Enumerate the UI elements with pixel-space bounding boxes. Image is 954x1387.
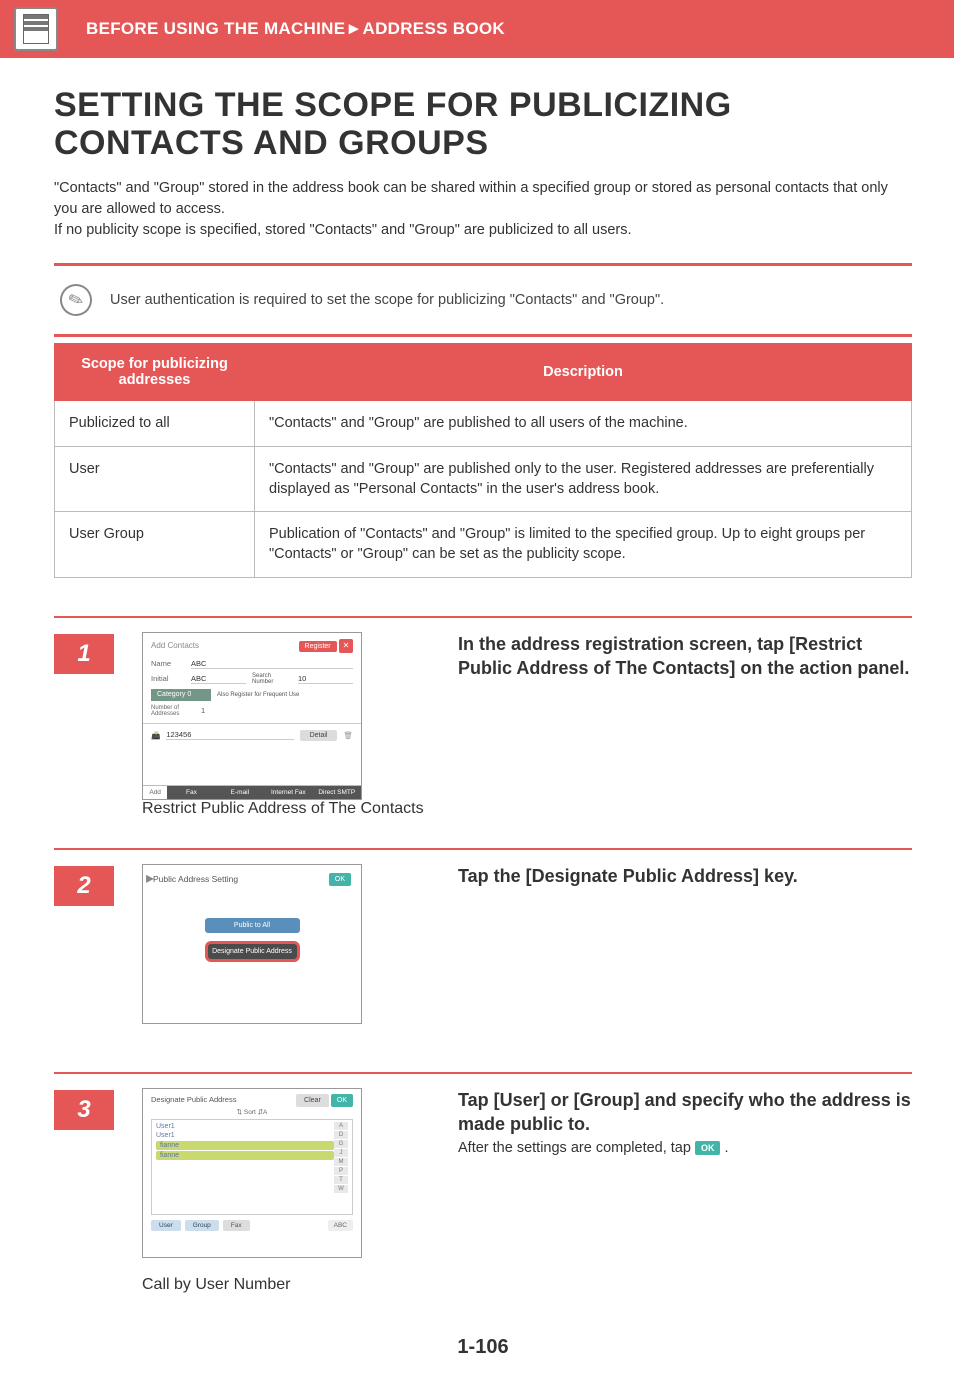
fax-number-field[interactable]: 123456 <box>166 730 293 740</box>
register-button[interactable]: Register <box>299 641 337 652</box>
designate-public-address-button[interactable]: Designate Public Address <box>205 941 300 962</box>
step-3: 3 Designate Public Address Clear OK ⇅ So… <box>54 1072 912 1324</box>
page-title: SETTING THE SCOPE FOR PUBLICIZING CONTAC… <box>54 86 912 162</box>
detail-button[interactable]: Detail <box>300 730 338 741</box>
expand-icon[interactable]: ▸ <box>146 868 154 888</box>
initial-label: Initial <box>151 674 185 683</box>
cell-desc: "Contacts" and "Group" are published onl… <box>255 446 912 512</box>
step3-screenshot: Designate Public Address Clear OK ⇅ Sort… <box>142 1088 424 1294</box>
tab-email[interactable]: E-mail <box>216 785 264 799</box>
initial-field[interactable]: ABC <box>191 674 246 684</box>
step2-heading: Tap the [Designate Public Address] key. <box>458 864 912 888</box>
table-row: Publicized to all "Contacts" and "Group"… <box>55 401 912 446</box>
search-number-label: Search Number <box>252 673 292 685</box>
num-addresses-value: 1 <box>201 706 205 715</box>
sort-label[interactable]: Sort <box>244 1109 256 1116</box>
step2-screenshot: Public Address Setting OK Public to All … <box>142 864 424 1042</box>
search-number-field[interactable]: 10 <box>298 674 353 684</box>
tab-internet-fax[interactable]: Internet Fax <box>264 785 312 799</box>
th-scope: Scope for publicizing addresses <box>55 344 255 401</box>
fax-dropdown[interactable]: Fax <box>223 1220 250 1231</box>
tab-direct-smtp[interactable]: Direct SMTP <box>313 785 361 799</box>
screen-title: Add Contacts <box>151 641 199 650</box>
category-select[interactable]: Category 0 <box>151 689 211 701</box>
ok-inline-icon: OK <box>695 1141 721 1155</box>
screen-title: Designate Public Address <box>151 1095 236 1104</box>
group-tab[interactable]: Group <box>185 1220 219 1231</box>
step-1: 1 Add Contacts Register ✕ Name ABC Initia… <box>54 616 912 848</box>
step-number: 3 <box>54 1090 114 1130</box>
ok-button[interactable]: OK <box>331 1094 353 1107</box>
name-field[interactable]: ABC <box>191 659 353 669</box>
tab-fax[interactable]: Fax <box>167 785 215 799</box>
table-row: User "Contacts" and "Group" are publishe… <box>55 446 912 512</box>
abc-button[interactable]: ABC <box>328 1220 353 1231</box>
step1-screenshot: Add Contacts Register ✕ Name ABC Initial A… <box>142 632 424 818</box>
cell-desc: "Contacts" and "Group" are published to … <box>255 401 912 446</box>
alpha-index[interactable]: A D G J M P T W <box>334 1122 348 1212</box>
page-number: 1-106 <box>54 1336 912 1359</box>
user-tab[interactable]: User <box>151 1220 181 1231</box>
cell-scope: User <box>55 446 255 512</box>
list-item[interactable]: User1 <box>156 1122 334 1131</box>
tab-add[interactable]: Add <box>143 785 167 799</box>
table-row: User Group Publication of "Contacts" and… <box>55 512 912 578</box>
also-register-checkbox[interactable]: Also Register for Frequent Use <box>217 692 299 698</box>
pencil-icon: ✎ <box>55 280 96 321</box>
divider <box>54 334 912 337</box>
ok-button[interactable]: OK <box>329 873 351 886</box>
cell-scope: User Group <box>55 512 255 578</box>
list-item[interactable]: User1 <box>156 1131 334 1140</box>
close-icon[interactable]: ✕ <box>339 639 353 653</box>
machine-icon <box>14 7 58 51</box>
scope-table: Scope for publicizing addresses Descript… <box>54 343 912 577</box>
cell-scope: Publicized to all <box>55 401 255 446</box>
list-item[interactable]: fianne <box>156 1141 334 1150</box>
breadcrumb-bar: BEFORE USING THE MACHINE►ADDRESS BOOK <box>0 0 954 58</box>
list-item[interactable]: fianne <box>156 1151 334 1160</box>
th-desc: Description <box>255 344 912 401</box>
public-to-all-button[interactable]: Public to All <box>205 918 300 933</box>
name-label: Name <box>151 659 185 668</box>
step3-heading: Tap [User] or [Group] and specify who th… <box>458 1088 912 1137</box>
screen-title: Public Address Setting <box>153 874 238 884</box>
breadcrumb: BEFORE USING THE MACHINE►ADDRESS BOOK <box>86 19 505 39</box>
action-restrict-public-address[interactable]: Restrict Public Address of The Contacts <box>142 800 424 818</box>
clear-button[interactable]: Clear <box>296 1094 329 1107</box>
action-call-by-user-number[interactable]: Call by User Number <box>142 1276 424 1294</box>
note-block: ✎ User authentication is required to set… <box>54 266 912 334</box>
step1-heading: In the address registration screen, tap … <box>458 632 912 681</box>
step3-subtext: After the settings are completed, tap OK… <box>458 1140 912 1156</box>
note-text: User authentication is required to set t… <box>110 292 664 308</box>
intro-text: "Contacts" and "Group" stored in the add… <box>54 178 912 241</box>
num-addresses-label: Number of Addresses <box>151 705 195 717</box>
step-2: 2 Public Address Setting OK Public to Al… <box>54 848 912 1072</box>
step-number: 2 <box>54 866 114 906</box>
step-number: 1 <box>54 634 114 674</box>
cell-desc: Publication of "Contacts" and "Group" is… <box>255 512 912 578</box>
